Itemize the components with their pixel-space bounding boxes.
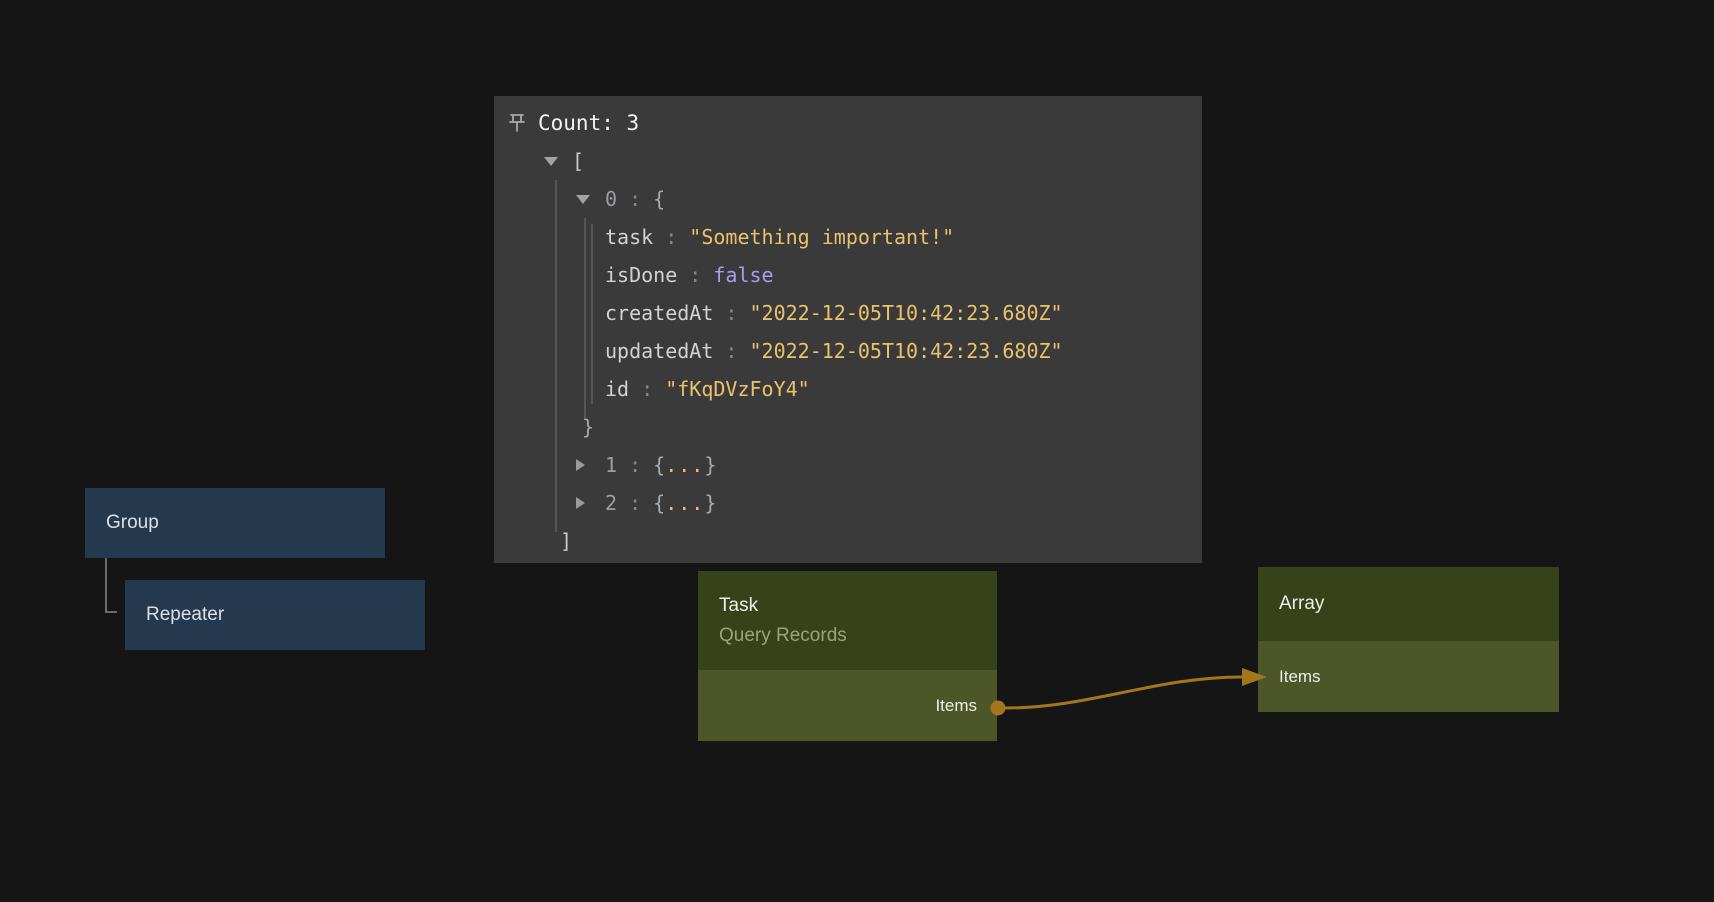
json-tree: [0 : {task : "Something important!"isDon…: [494, 142, 1202, 560]
tree-row: updatedAt : "2022-12-05T10:42:23.680Z": [494, 332, 1202, 370]
output-port-dot-items[interactable]: [991, 701, 1006, 716]
node-repeater[interactable]: Repeater: [125, 580, 425, 650]
tree-row-text: ]: [560, 522, 572, 560]
tree-row: isDone : false: [494, 256, 1202, 294]
tree-row: ]: [494, 522, 1202, 560]
tree-row: 0 : {: [494, 180, 1202, 218]
node-header: Array: [1258, 567, 1559, 641]
node-ports: Items: [1258, 641, 1559, 712]
tree-row-text: 0 : {: [605, 180, 665, 218]
node-array[interactable]: Array Items: [1258, 567, 1559, 712]
debug-inspector-panel: Count: 3 [0 : {task : "Something importa…: [494, 96, 1202, 563]
tree-row-text: [: [572, 142, 584, 180]
inspector-header-row: Count: 3: [494, 104, 1202, 142]
tree-row-text: id : "fKqDVzFoY4": [605, 370, 810, 408]
tree-row-text: 1 : {...}: [605, 446, 716, 484]
pin-icon[interactable]: [506, 111, 528, 137]
tree-row-text: 2 : {...}: [605, 484, 716, 522]
connection-wire-items[interactable]: [1005, 677, 1242, 708]
node-title: Array: [1279, 589, 1559, 619]
tree-row-text: isDone : false: [605, 256, 774, 294]
node-title: Repeater: [146, 604, 224, 626]
tree-row: [: [494, 142, 1202, 180]
node-header: Task Query Records: [698, 571, 997, 670]
node-task-query-records[interactable]: Task Query Records Items: [698, 571, 997, 741]
tree-row-text: }: [582, 408, 594, 446]
hierarchy-connector-line: [106, 558, 117, 612]
node-title: Group: [106, 512, 159, 534]
node-graph-canvas[interactable]: Group Repeater Task Query Records Items …: [0, 0, 1714, 902]
tree-row-text: createdAt : "2022-12-05T10:42:23.680Z": [605, 294, 1063, 332]
caret-right-icon[interactable]: [576, 459, 585, 471]
node-title: Task: [719, 591, 997, 621]
tree-row-text: task : "Something important!": [605, 218, 954, 256]
node-subtitle: Query Records: [719, 621, 997, 651]
output-port-label-items: Items: [935, 696, 977, 716]
tree-row: 2 : {...}: [494, 484, 1202, 522]
tree-row: }: [494, 408, 1202, 446]
tree-row: id : "fKqDVzFoY4": [494, 370, 1202, 408]
tree-row: createdAt : "2022-12-05T10:42:23.680Z": [494, 294, 1202, 332]
caret-right-icon[interactable]: [576, 497, 585, 509]
node-ports: Items: [698, 670, 997, 741]
tree-row-text: updatedAt : "2022-12-05T10:42:23.680Z": [605, 332, 1063, 370]
node-group[interactable]: Group: [85, 488, 385, 558]
input-port-label-items: Items: [1279, 667, 1321, 687]
count-label: Count: 3: [538, 104, 639, 142]
caret-down-icon[interactable]: [576, 195, 590, 204]
tree-row: task : "Something important!": [494, 218, 1202, 256]
tree-row: 1 : {...}: [494, 446, 1202, 484]
caret-down-icon[interactable]: [544, 157, 558, 166]
